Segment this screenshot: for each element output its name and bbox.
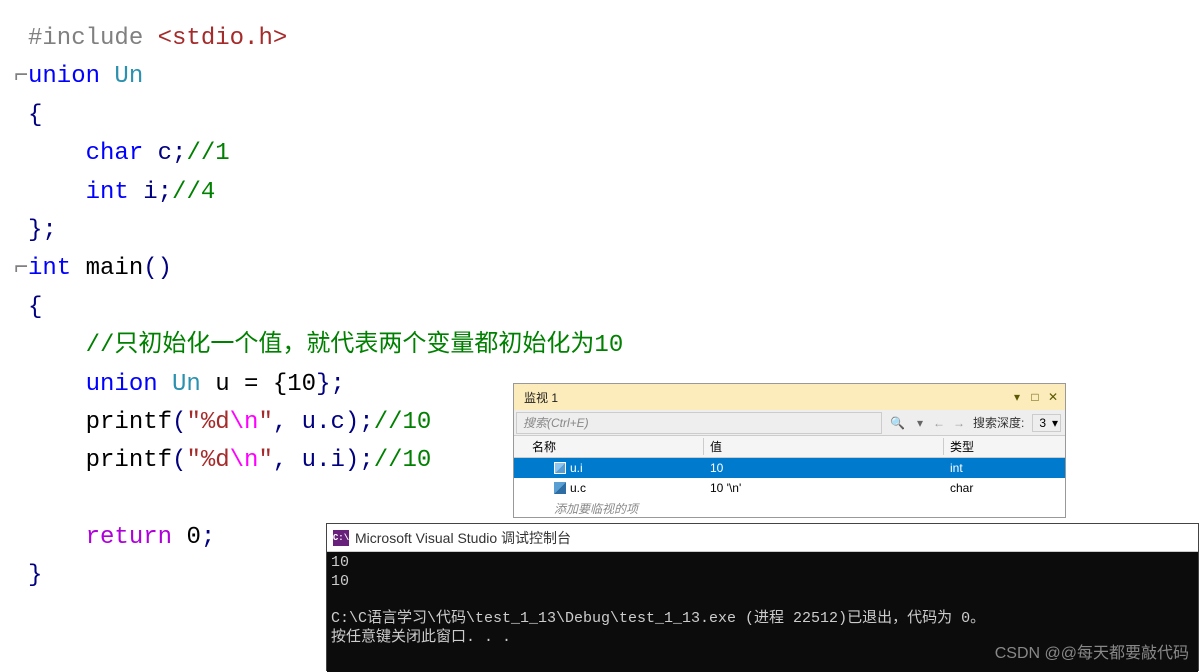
parens: () (143, 255, 172, 282)
decl-c: c; (143, 140, 186, 167)
close-icon[interactable]: ✕ (1045, 389, 1061, 405)
indent (28, 140, 86, 167)
output-line: 10 (331, 573, 349, 590)
collapse-icon[interactable]: ⌐ (14, 58, 28, 96)
depth-select[interactable]: 3 ▾ (1032, 414, 1061, 432)
indent (28, 179, 86, 206)
brace-close: } (28, 562, 42, 589)
kw-union2: union (86, 371, 158, 398)
nav-forward-icon[interactable]: → (949, 416, 969, 430)
func-printf2: printf (86, 447, 172, 474)
close-init: }; (316, 371, 345, 398)
watch-row[interactable]: u.i 10 int (514, 458, 1065, 478)
brace-close-semi: }; (28, 217, 57, 244)
str-fmt: "%d (186, 447, 229, 474)
indent (28, 332, 86, 359)
comment-10a: //10 (374, 409, 432, 436)
comment-10b: //10 (374, 447, 432, 474)
watch-title: 监视 1 (518, 389, 558, 406)
console-title: Microsoft Visual Studio 调试控制台 (355, 528, 571, 548)
watch-toolbar: 搜索(Ctrl+E) 🔍 ▾ ← → 搜索深度: 3 ▾ (514, 410, 1065, 436)
add-watch-item[interactable]: 添加要临视的项 (514, 498, 1065, 518)
func-printf1: printf (86, 409, 172, 436)
paren-open: ( (172, 409, 186, 436)
variable-icon (554, 462, 566, 474)
output-line: 10 (331, 554, 349, 571)
include-path: <stdio.h> (143, 25, 287, 52)
comment-main: //只初始化一个值，就代表两个变量都初始化为10 (86, 332, 624, 359)
collapse-icon[interactable]: ⌐ (14, 250, 28, 288)
dropdown-icon[interactable]: ▾ (1009, 389, 1025, 405)
indent (28, 409, 86, 436)
prompt-line: 按任意键关闭此窗口. . . (331, 629, 511, 646)
watch-window[interactable]: 监视 1 ▾ □ ✕ 搜索(Ctrl+E) 🔍 ▾ ← → 搜索深度: 3 ▾ … (513, 383, 1066, 518)
comment-4: //4 (172, 179, 215, 206)
window-controls: ▾ □ ✕ (1009, 389, 1061, 405)
dropdown-small-icon[interactable]: ▾ (917, 416, 923, 430)
var-value: 10 (704, 461, 944, 475)
variable-icon (554, 482, 566, 494)
kw-union: union (28, 63, 100, 90)
num-10: 10 (287, 371, 316, 398)
str-fmt: "%d (186, 409, 229, 436)
kw-int-main: int (28, 255, 71, 282)
space (172, 524, 186, 551)
watch-row[interactable]: u.c 10 '\n' char (514, 478, 1065, 498)
nav-back-icon[interactable]: ← (929, 416, 949, 430)
num-0: 0 (186, 524, 200, 551)
args-ui: , u.i); (273, 447, 374, 474)
col-header-value[interactable]: 值 (704, 438, 944, 455)
var-type: int (944, 461, 1065, 475)
indent (28, 371, 86, 398)
brace-open: { (28, 294, 42, 321)
var-name: u.i (570, 461, 583, 475)
paren-open: ( (172, 447, 186, 474)
search-input[interactable]: 搜索(Ctrl+E) (516, 412, 882, 434)
watch-header-row: 名称 值 类型 (514, 436, 1065, 458)
kw-int: int (86, 179, 129, 206)
indent (28, 524, 86, 551)
var-type: char (944, 481, 1065, 495)
exit-line: C:\C语言学习\代码\test_1_13\Debug\test_1_13.ex… (331, 610, 985, 627)
col-header-type[interactable]: 类型 (944, 438, 1065, 455)
watermark: CSDN @@每天都要敲代码 (995, 639, 1189, 663)
preproc-include: #include (28, 25, 143, 52)
search-icon[interactable]: 🔍 (890, 416, 905, 430)
chevron-down-icon: ▾ (1052, 416, 1058, 430)
escape-n: \n (230, 409, 259, 436)
decl-u: u = { (201, 371, 287, 398)
escape-n: \n (230, 447, 259, 474)
var-name: u.c (570, 481, 586, 495)
type-un2: Un (158, 371, 201, 398)
brace-open: { (28, 102, 42, 129)
indent (28, 447, 86, 474)
depth-label: 搜索深度: (969, 414, 1028, 431)
var-value: 10 '\n' (704, 481, 944, 495)
func-main: main (71, 255, 143, 282)
kw-char: char (86, 140, 144, 167)
str-close: " (258, 447, 272, 474)
watch-title-bar[interactable]: 监视 1 ▾ □ ✕ (514, 384, 1065, 410)
decl-i: i; (129, 179, 172, 206)
type-un: Un (100, 63, 143, 90)
console-title-bar[interactable]: C:\ Microsoft Visual Studio 调试控制台 (327, 524, 1198, 552)
args-uc: , u.c); (273, 409, 374, 436)
semi: ; (201, 524, 215, 551)
str-close: " (258, 409, 272, 436)
comment-1: //1 (186, 140, 229, 167)
col-header-name[interactable]: 名称 (514, 438, 704, 455)
kw-return: return (86, 524, 172, 551)
vs-console-icon: C:\ (333, 530, 349, 546)
maximize-icon[interactable]: □ (1027, 389, 1043, 405)
